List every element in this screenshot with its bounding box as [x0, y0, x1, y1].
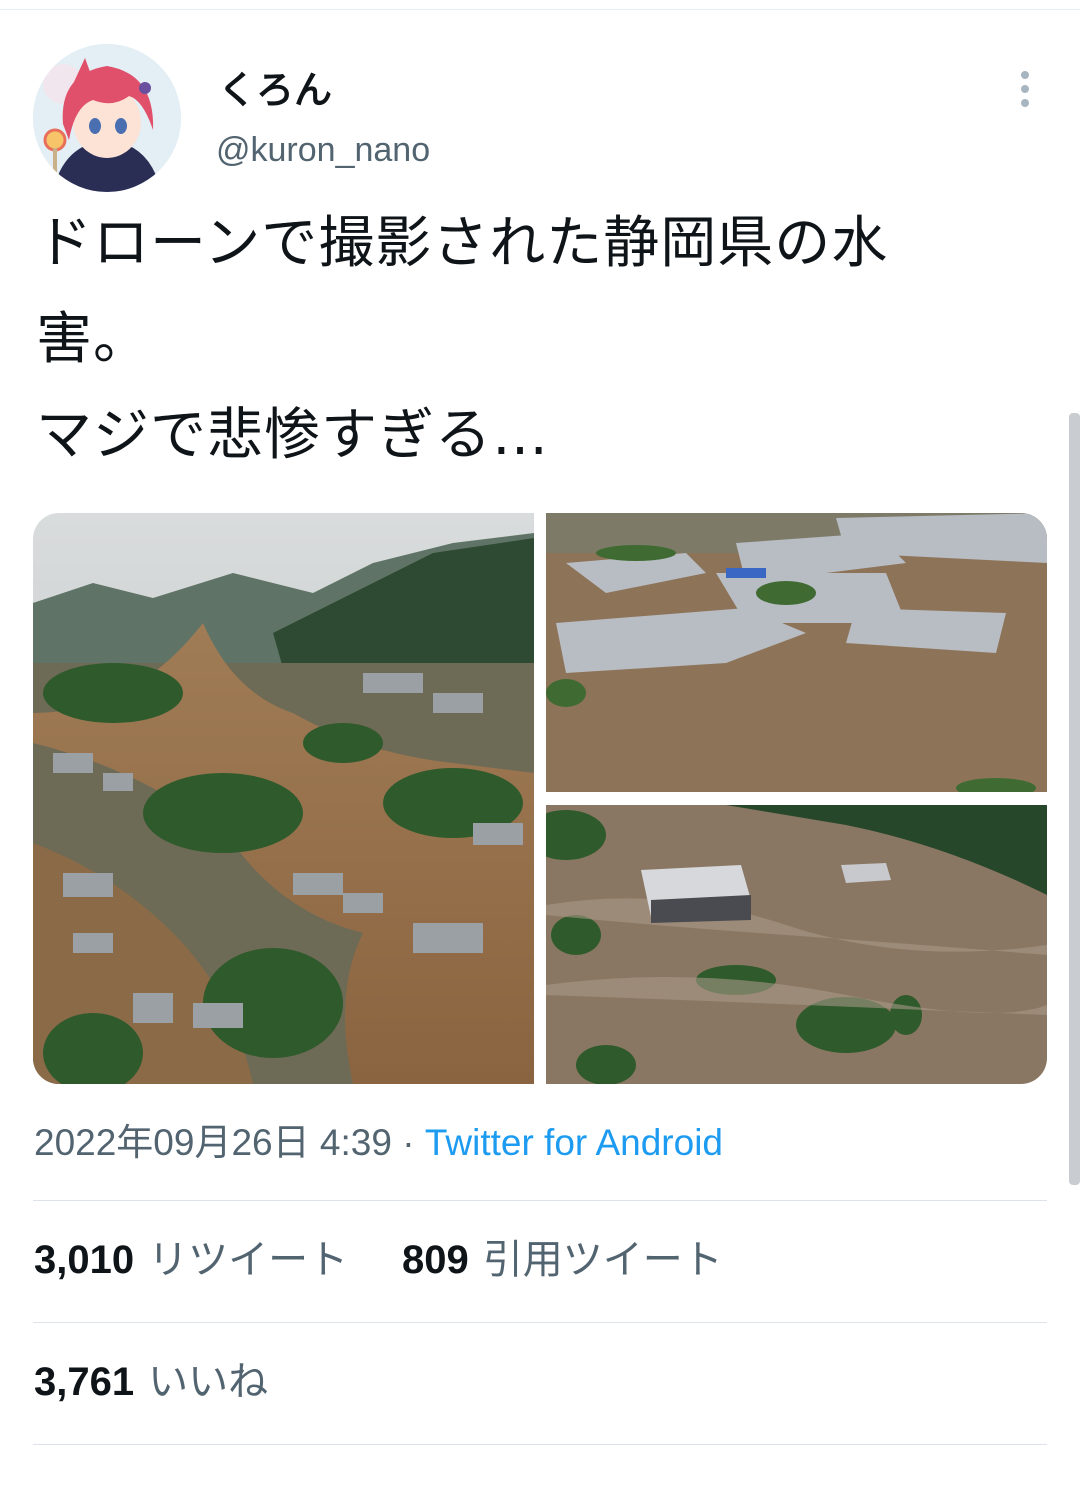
quote-count: 809	[402, 1238, 469, 1282]
source-link[interactable]: Twitter for Android	[425, 1122, 723, 1163]
tweet-meta: 2022年09月26日 4:39 · Twitter for Android	[34, 1118, 723, 1168]
like-label: いいね	[148, 1360, 269, 1404]
tweet-text: ドローンで撮影された静岡県の水 害。 マジで悲惨すぎる…	[36, 211, 889, 468]
media-grid	[33, 513, 1047, 1084]
divider	[33, 1444, 1047, 1445]
retweet-label: リツイート	[148, 1238, 349, 1282]
quotes-stat[interactable]: 809 引用ツイート	[402, 1234, 723, 1286]
retweets-stat[interactable]: 3,010 リツイート	[34, 1234, 348, 1286]
user-handle[interactable]: @kuron_nano	[216, 128, 430, 172]
avatar[interactable]	[33, 44, 181, 192]
display-name[interactable]: くろん	[218, 66, 332, 114]
avatar-image	[33, 44, 181, 192]
media-photo-flooded-town[interactable]	[33, 513, 534, 1084]
more-options-icon[interactable]	[1008, 66, 1042, 112]
meta-separator: ·	[402, 1122, 415, 1163]
divider	[33, 1200, 1047, 1201]
media-photo-flooded-river[interactable]	[546, 805, 1047, 1084]
scrollbar[interactable]	[1069, 413, 1080, 1185]
like-count: 3,761	[34, 1360, 135, 1404]
retweet-count: 3,010	[34, 1238, 135, 1282]
likes-stat[interactable]: 3,761 いいね	[34, 1356, 268, 1408]
divider	[33, 1322, 1047, 1323]
quote-label: 引用ツイート	[482, 1238, 723, 1282]
top-divider	[0, 9, 1080, 10]
media-photo-flooded-houses[interactable]	[546, 513, 1047, 792]
timestamp[interactable]: 2022年09月26日 4:39	[34, 1122, 392, 1163]
